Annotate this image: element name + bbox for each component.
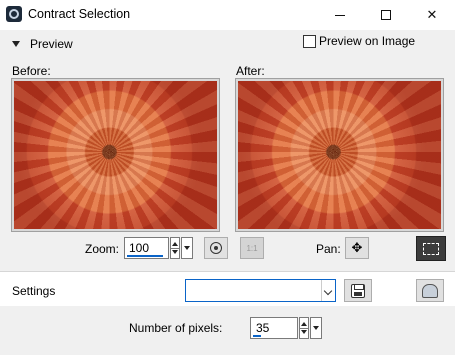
pan-label: Pan:	[316, 242, 341, 256]
reset-icon	[422, 283, 438, 298]
save-icon	[351, 283, 365, 298]
spin-up-icon[interactable]	[301, 322, 307, 326]
pixels-slider-indicator[interactable]	[253, 335, 261, 337]
preview-on-image-label: Preview on Image	[319, 34, 416, 48]
maximize-icon	[381, 10, 391, 20]
spin-up-icon[interactable]	[172, 242, 178, 246]
preview-toggle[interactable]: Preview	[12, 37, 73, 51]
window-title: Contract Selection	[28, 7, 131, 21]
preview-toggle-label: Preview	[30, 37, 73, 51]
zoom-actual-size-button[interactable]: 1:1	[240, 237, 264, 259]
close-button[interactable]: ✕	[409, 0, 455, 30]
after-image	[238, 81, 441, 229]
before-label: Before:	[12, 64, 51, 78]
actual-size-icon: 1:1	[246, 243, 258, 253]
zoom-fit-icon	[210, 242, 222, 254]
reset-to-default-button[interactable]	[416, 279, 444, 302]
chevron-down-icon[interactable]	[321, 280, 335, 301]
marquee-icon	[423, 242, 439, 255]
after-label: After:	[236, 64, 265, 78]
zoom-slider-indicator[interactable]	[127, 255, 163, 257]
zoom-input[interactable]: 100	[124, 237, 169, 259]
before-image	[14, 81, 217, 229]
paintshop-icon	[6, 6, 22, 22]
pixels-dropdown-button[interactable]	[310, 317, 322, 339]
after-preview[interactable]	[235, 78, 444, 232]
zoom-label: Zoom:	[85, 242, 120, 256]
preset-dropdown[interactable]	[185, 279, 336, 302]
spin-down-icon[interactable]	[301, 330, 307, 334]
pixels-spinner[interactable]	[299, 317, 309, 339]
preview-on-image-checkbox[interactable]	[303, 34, 316, 48]
pixels-value: 35	[256, 321, 270, 335]
close-icon: ✕	[426, 7, 438, 22]
minimize-button[interactable]	[317, 0, 363, 30]
pixels-label: Number of pixels:	[129, 321, 223, 335]
move-icon: ✥	[351, 240, 363, 255]
pixels-input[interactable]: 35	[250, 317, 298, 339]
save-preset-button[interactable]	[344, 279, 372, 302]
maximize-button[interactable]	[363, 0, 409, 30]
settings-label: Settings	[12, 284, 56, 298]
minimize-icon	[335, 14, 345, 16]
zoom-to-fit-button[interactable]	[204, 237, 228, 259]
preview-on-image-option[interactable]: Preview on Image	[303, 34, 415, 48]
title-bar: Contract Selection ✕	[0, 0, 455, 30]
spin-down-icon[interactable]	[172, 250, 178, 254]
chevron-down-icon	[12, 41, 20, 47]
zoom-value: 100	[129, 241, 150, 255]
pan-button[interactable]: ✥	[345, 237, 369, 259]
zoom-dropdown-button[interactable]	[181, 237, 193, 259]
before-preview[interactable]	[11, 78, 220, 232]
zoom-spinner[interactable]	[170, 237, 180, 259]
show-selection-marquee-button[interactable]	[416, 236, 446, 261]
